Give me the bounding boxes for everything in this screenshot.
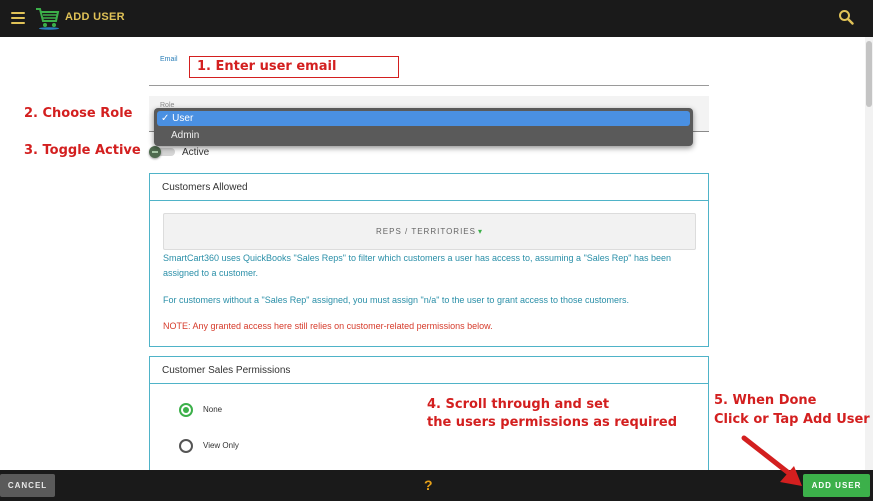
page-scrollbar[interactable] xyxy=(865,37,873,470)
customer-sales-permissions-title: Customer Sales Permissions xyxy=(150,357,708,384)
active-toggle[interactable] xyxy=(149,146,176,158)
annotation-step4-line2: the users permissions as required xyxy=(427,415,678,430)
page-title: ADD USER xyxy=(65,11,125,23)
app-header: ADD USER xyxy=(0,0,873,37)
scrollbar-thumb[interactable] xyxy=(866,41,872,107)
shopping-cart-logo-icon xyxy=(36,8,60,30)
caret-down-icon: ▾ xyxy=(477,227,483,236)
reps-territories-label: REPS / TERRITORIES xyxy=(376,227,476,236)
customers-allowed-card: Customers Allowed REPS / TERRITORIES ▾ Sm… xyxy=(149,173,709,347)
email-field-label: Email xyxy=(160,56,178,63)
annotation-step5-line2: Click or Tap Add User xyxy=(714,412,870,427)
radio-none-label: None xyxy=(203,405,223,414)
access-note-text: NOTE: Any granted access here still reli… xyxy=(163,321,493,331)
role-option-admin[interactable]: Admin xyxy=(157,128,690,143)
reps-territories-button[interactable]: REPS / TERRITORIES ▾ xyxy=(163,213,696,250)
no-sales-rep-info-text: For customers without a "Sales Rep" assi… xyxy=(163,295,630,305)
cancel-button[interactable]: CANCEL xyxy=(0,474,55,497)
annotation-step2: 2. Choose Role xyxy=(24,106,133,121)
annotation-step5-line1: 5. When Done xyxy=(714,393,817,408)
email-input[interactable] xyxy=(149,85,709,86)
add-user-button[interactable]: ADD USER xyxy=(803,474,870,497)
role-option-user[interactable]: ✓ User xyxy=(157,111,690,126)
toggle-knob xyxy=(149,146,161,158)
sales-reps-info-text: SmartCart360 uses QuickBooks "Sales Reps… xyxy=(163,253,672,278)
role-dropdown-menu: ✓ User Admin xyxy=(154,108,693,146)
customers-allowed-title: Customers Allowed xyxy=(150,174,708,201)
active-label: Active xyxy=(182,147,210,158)
radio-view-only-label: View Only xyxy=(203,441,239,450)
annotation-arrow-icon xyxy=(741,435,802,486)
hamburger-menu-icon[interactable] xyxy=(11,12,25,24)
annotation-step3: 3. Toggle Active xyxy=(24,143,141,158)
annotation-step1: 1. Enter user email xyxy=(197,59,337,74)
radio-none[interactable] xyxy=(179,403,193,417)
annotation-step4-line1: 4. Scroll through and set xyxy=(427,397,610,412)
search-icon[interactable] xyxy=(838,9,854,25)
radio-view-only[interactable] xyxy=(179,439,193,453)
help-icon[interactable]: ? xyxy=(424,477,433,493)
